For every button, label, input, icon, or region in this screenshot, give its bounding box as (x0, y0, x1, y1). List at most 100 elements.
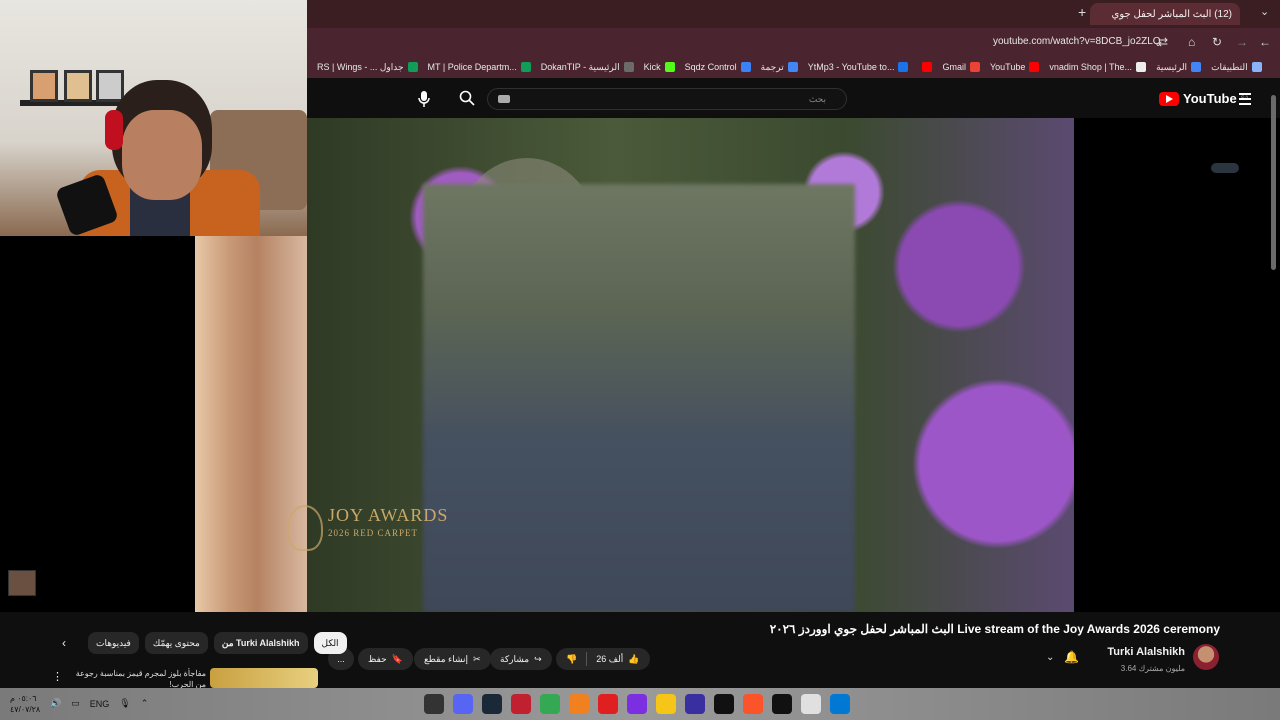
bookmark-label: Gmail (942, 62, 966, 72)
clip-label: إنشاء مقطع (424, 653, 469, 664)
bookmark-label: Kick (643, 62, 661, 72)
cortana-icon[interactable] (685, 694, 705, 714)
more-vert-icon[interactable]: ⋮ (52, 670, 63, 683)
chip-0[interactable]: الكل (313, 632, 347, 654)
obs-icon[interactable] (424, 694, 444, 714)
bookmark-item[interactable]: RS | Wings - ... جداول (317, 62, 418, 73)
scrollbar[interactable] (1271, 95, 1276, 270)
save-button[interactable]: حفظ 🔖 (358, 648, 413, 670)
store-icon[interactable] (801, 694, 821, 714)
active-tab[interactable]: (12) البث المباشر لحفل جوي (1090, 3, 1240, 25)
back-icon[interactable]: ← (1259, 35, 1271, 49)
bookmark-item[interactable]: vnadim Shop | The... (1049, 62, 1147, 72)
url-field[interactable]: youtube.com/watch?v=8DCB_jo2ZLQ (993, 36, 1161, 47)
share-icon: ↪ (534, 653, 542, 664)
volume-icon[interactable]: 🔊 (50, 698, 61, 709)
channel-name[interactable]: Turki Alalshikh (1103, 646, 1185, 658)
bookmark-favicon-icon (898, 62, 909, 72)
bookmark-label: DokanTIP - الرئيسية (540, 61, 620, 72)
search-input[interactable]: بحث (487, 88, 847, 110)
chip-3[interactable]: فيديوهات (88, 632, 139, 654)
bookmark-item[interactable]: DokanTIP - الرئيسية (541, 62, 634, 73)
bookmark-item[interactable]: ترجمة (761, 62, 798, 73)
language-indicator[interactable]: ENG (90, 699, 110, 709)
home-icon[interactable]: ⌂ (1188, 35, 1195, 49)
chrome-icon[interactable] (540, 694, 560, 714)
bell-icon[interactable]: 🔔 (1064, 650, 1079, 664)
bookmark-favicon-icon (1251, 62, 1262, 72)
bookmark-label: vnadim Shop | The... (1049, 62, 1133, 72)
capcut-icon[interactable] (772, 694, 792, 714)
like-icon[interactable]: 👍 (628, 654, 639, 665)
network-icon[interactable]: ▭ (71, 698, 80, 709)
tiktok-icon[interactable] (714, 694, 734, 714)
webcam-overlay (0, 0, 307, 236)
explorer-icon[interactable] (656, 694, 676, 714)
bookmark-label: YouTube (989, 62, 1026, 72)
channel-avatar[interactable] (1193, 644, 1219, 670)
clock-time: ٠٥:٠٦ م (10, 694, 37, 703)
chevron-down-icon[interactable]: ⌄ (1046, 652, 1054, 663)
bookmark-label: ترجمة (760, 61, 784, 72)
like-count[interactable]: 26 ألف (596, 654, 623, 665)
tab-title: (12) البث المباشر لحفل جوي (1111, 8, 1232, 20)
taskbar: ٠٥:٠٦ م ٤٧/٠٧/٢٨ 🔊 ▭ ENG 🎙 ⌃ (0, 688, 1280, 720)
bookmark-item[interactable]: YtMp3 - YouTube to... (808, 62, 909, 72)
bookmark-item[interactable]: Sqdz Control (685, 62, 751, 72)
mini-thumbnail[interactable] (8, 570, 36, 596)
bookmark-item[interactable]: MT | Police Departm... (428, 62, 531, 72)
video-right-letterbox (1074, 118, 1280, 612)
bookmark-favicon-icon (740, 62, 751, 72)
tray-expand-icon[interactable]: ⌃ (141, 698, 149, 709)
vlc-icon[interactable] (569, 694, 589, 714)
search-icon[interactable] (459, 90, 475, 106)
bookmark-item[interactable]: Kick (644, 62, 675, 72)
save-label: حفظ (368, 653, 387, 664)
bookmark-item[interactable]: Gmail (942, 62, 980, 72)
bookmark-favicon-icon (787, 62, 798, 72)
dislike-icon[interactable]: 👎 (566, 654, 577, 665)
joy-awards-logo-icon (287, 505, 323, 551)
recommended-video-thumbnail[interactable] (210, 668, 318, 688)
recommended-video-title[interactable]: مفاجأة بلوز لمجرم قيمز بمناسبة رجوعة من … (70, 668, 206, 688)
tab-search-icon[interactable]: ⌄ (1260, 5, 1269, 18)
channel-info[interactable]: Turki Alalshikh 3.64 مليون مشترك (1103, 646, 1185, 676)
taskbar-apps (424, 694, 850, 714)
discord-icon[interactable] (453, 694, 473, 714)
video-info: البث المباشر لحفل جوي اووردز ٢٠٢٦ Live s… (0, 612, 1280, 688)
bookmark-item[interactable] (918, 62, 933, 72)
app-purple-icon[interactable] (627, 694, 647, 714)
windows-icon[interactable] (830, 694, 850, 714)
bookmark-item[interactable]: الرئيسية (1156, 62, 1202, 73)
share-button[interactable]: مشاركة ↪ (490, 648, 552, 670)
blurred-overlay (423, 184, 855, 612)
chevron-left-icon[interactable]: ‹ (62, 636, 66, 650)
clip-button[interactable]: إنشاء مقطع ✂ (414, 648, 491, 670)
bookmark-label: YtMp3 - YouTube to... (807, 62, 895, 72)
brave-icon[interactable] (743, 694, 763, 714)
bookmark-favicon-icon (1191, 62, 1202, 72)
reload-icon[interactable]: ↻ (1212, 35, 1222, 49)
voice-search-icon[interactable] (417, 90, 431, 108)
steam-icon[interactable] (482, 694, 502, 714)
menu-icon[interactable] (1239, 93, 1251, 108)
keyboard-icon[interactable] (498, 95, 510, 103)
scissors-icon: ✂ (473, 653, 481, 664)
chip-1[interactable]: من Turki Alalshikh (213, 632, 308, 654)
voice-icon[interactable] (511, 694, 531, 714)
video-left-letterbox (0, 236, 195, 612)
microphone-icon[interactable]: 🎙 (119, 698, 130, 709)
system-tray: 🔊 ▭ ENG 🎙 ⌃ (50, 698, 148, 709)
youtube-logo[interactable]: YouTube SA (1159, 91, 1249, 106)
chip-2[interactable]: محتوى يهمّك (144, 632, 208, 654)
bookmark-item[interactable]: YouTube (989, 62, 1040, 72)
new-tab-button[interactable]: + (1078, 4, 1086, 20)
bookmark-label: Sqdz Control (684, 62, 737, 72)
site-settings-icon[interactable]: ⇄ (1158, 35, 1168, 49)
bookmark-favicon-icon (922, 62, 933, 72)
autoplay-toggle[interactable] (1211, 163, 1239, 173)
forward-icon[interactable]: → (1236, 35, 1248, 49)
bookmark-item[interactable]: التطبيقات (1211, 62, 1262, 73)
clock[interactable]: ٠٥:٠٦ م ٤٧/٠٧/٢٨ (10, 693, 40, 715)
app-red-icon[interactable] (598, 694, 618, 714)
